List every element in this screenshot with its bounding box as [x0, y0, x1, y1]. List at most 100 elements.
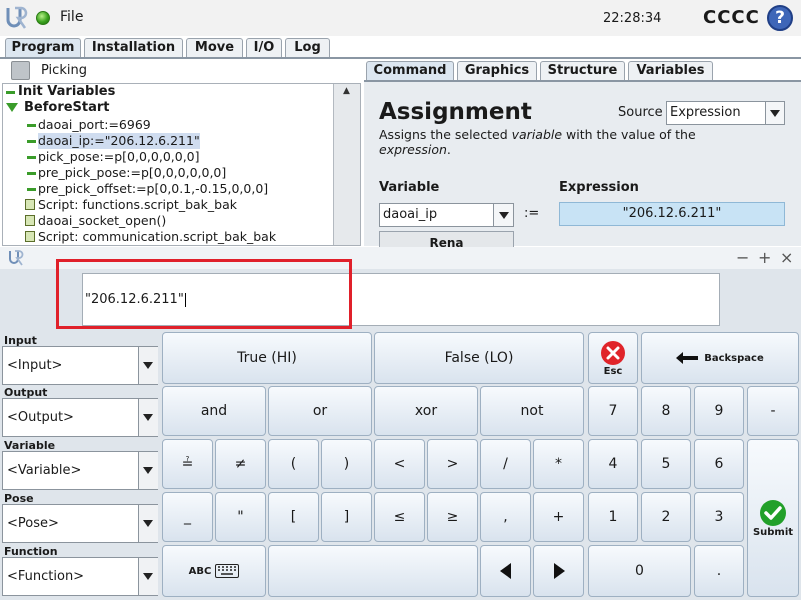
close-icon[interactable]: ×	[780, 248, 793, 267]
chevron-down-icon[interactable]	[138, 452, 158, 489]
esc-label: Esc	[603, 365, 623, 377]
chevron-down-icon[interactable]	[765, 102, 784, 124]
digit-7-key[interactable]: 7	[588, 386, 638, 436]
tab-program[interactable]: Program	[5, 38, 81, 58]
greater-than-key[interactable]: >	[427, 439, 478, 489]
not-key[interactable]: not	[480, 386, 584, 436]
command-description: Assigns the selected variable with the v…	[379, 127, 719, 157]
right-paren-key[interactable]: )	[321, 439, 372, 489]
chevron-down-icon[interactable]	[138, 399, 158, 436]
tab-move[interactable]: Move	[186, 38, 243, 57]
greater-equal-key[interactable]: ≥	[427, 492, 478, 542]
left-triangle-icon	[499, 563, 511, 579]
submit-button[interactable]: Submit	[747, 439, 799, 597]
script-icon	[25, 215, 35, 226]
digit-2-key[interactable]: 2	[641, 492, 691, 542]
digit-3-key[interactable]: 3	[694, 492, 744, 542]
tree-item-pre-pick-offset[interactable]: pre_pick_offset:=p[0,0.1,-0.15,0,0,0]	[38, 181, 268, 197]
pose-dropdown[interactable]: <Pose>	[2, 504, 158, 543]
file-menu[interactable]: File	[60, 9, 83, 25]
right-triangle-icon	[553, 563, 565, 579]
tree-item-beforestart[interactable]: BeforeStart	[24, 100, 110, 116]
maximize-icon[interactable]: +	[758, 248, 771, 267]
command-title: Assignment	[379, 99, 532, 125]
right-bracket-key[interactable]: ]	[321, 492, 372, 542]
variable-icon	[6, 91, 15, 94]
equals-key[interactable]: ≟	[162, 439, 213, 489]
assignment-icon	[27, 172, 36, 175]
expand-triangle-icon[interactable]	[6, 103, 18, 112]
tab-structure[interactable]: Structure	[540, 61, 625, 80]
comma-key[interactable]: ,	[480, 492, 531, 542]
tree-scrollbar[interactable]	[333, 84, 360, 245]
highlight-annotation	[56, 259, 352, 329]
digit-4-key[interactable]: 4	[588, 439, 638, 489]
chevron-down-icon[interactable]	[138, 558, 158, 595]
ur-logo-icon	[6, 6, 28, 29]
tree-item-daoai-ip[interactable]: daoai_ip:="206.12.6.211"	[38, 133, 200, 149]
assignment-icon	[27, 188, 36, 191]
tab-graphics[interactable]: Graphics	[457, 61, 537, 80]
output-dropdown[interactable]: <Output>	[2, 398, 158, 437]
assignment-icon	[27, 140, 36, 143]
and-key[interactable]: and	[162, 386, 266, 436]
left-bracket-key[interactable]: [	[268, 492, 319, 542]
digit-1-key[interactable]: 1	[588, 492, 638, 542]
variable-dropdown[interactable]: <Variable>	[2, 451, 158, 490]
chevron-down-icon[interactable]	[493, 204, 513, 226]
rename-button[interactable]: Rena	[379, 231, 514, 247]
tree-item-init-variables[interactable]: Init Variables	[18, 84, 115, 100]
minus-key[interactable]: -	[747, 386, 799, 436]
desc-text: .	[446, 142, 451, 157]
help-button[interactable]: ?	[767, 5, 793, 31]
xor-key[interactable]: xor	[374, 386, 478, 436]
digit-8-key[interactable]: 8	[641, 386, 691, 436]
digit-9-key[interactable]: 9	[694, 386, 744, 436]
program-file-icon	[11, 61, 30, 80]
less-than-key[interactable]: <	[374, 439, 425, 489]
tree-item-pre-pick-pose[interactable]: pre_pick_pose:=p[0,0,0,0,0,0]	[38, 165, 226, 181]
multiply-key[interactable]: *	[533, 439, 584, 489]
false-lo-key[interactable]: False (LO)	[374, 332, 584, 384]
tab-installation[interactable]: Installation	[84, 38, 183, 57]
backspace-key[interactable]: Backspace	[641, 332, 799, 384]
not-equal-key[interactable]: ≠	[215, 439, 266, 489]
chevron-down-icon[interactable]	[138, 505, 158, 542]
cursor-right-key[interactable]	[533, 545, 584, 597]
tree-item-script-communication[interactable]: Script: communication.script_bak_bak	[38, 229, 276, 245]
minimize-icon[interactable]: −	[736, 248, 749, 267]
tree-item-daoai-port[interactable]: daoai_port:=6969	[38, 117, 151, 133]
less-equal-key[interactable]: ≤	[374, 492, 425, 542]
tab-log[interactable]: Log	[285, 38, 330, 57]
left-paren-key[interactable]: (	[268, 439, 319, 489]
tree-item-pick-pose[interactable]: pick_pose:=p[0,0,0,0,0,0]	[38, 149, 200, 165]
tree-item-script-functions[interactable]: Script: functions.script_bak_bak	[38, 197, 237, 213]
plus-key[interactable]: +	[533, 492, 584, 542]
chevron-down-icon[interactable]	[138, 347, 158, 384]
tree-item-socket-open[interactable]: daoai_socket_open()	[38, 213, 166, 229]
tab-divider	[0, 57, 801, 59]
function-dropdown[interactable]: <Function>	[2, 557, 158, 596]
tab-variables[interactable]: Variables	[628, 61, 713, 80]
divide-key[interactable]: /	[480, 439, 531, 489]
digit-0-key[interactable]: 0	[588, 545, 691, 597]
esc-key[interactable]: Esc	[588, 332, 638, 384]
or-key[interactable]: or	[268, 386, 372, 436]
digit-5-key[interactable]: 5	[641, 439, 691, 489]
scroll-up-icon[interactable]: ▲	[335, 86, 358, 100]
abc-keyboard-key[interactable]: ABC	[162, 545, 266, 597]
space-key[interactable]	[268, 545, 478, 597]
cursor-left-key[interactable]	[480, 545, 531, 597]
digit-6-key[interactable]: 6	[694, 439, 744, 489]
true-hi-key[interactable]: True (HI)	[162, 332, 372, 384]
program-name: Picking	[41, 63, 87, 78]
input-dropdown[interactable]: <Input>	[2, 346, 158, 385]
decimal-point-key[interactable]: .	[694, 545, 744, 597]
cancel-icon	[601, 340, 625, 365]
underscore-key[interactable]: _	[162, 492, 213, 542]
expression-field[interactable]: "206.12.6.211"	[559, 202, 785, 226]
tab-io[interactable]: I/O	[246, 38, 282, 57]
tab-command[interactable]: Command	[366, 61, 454, 80]
script-icon	[25, 231, 35, 242]
quote-key[interactable]: "	[215, 492, 266, 542]
